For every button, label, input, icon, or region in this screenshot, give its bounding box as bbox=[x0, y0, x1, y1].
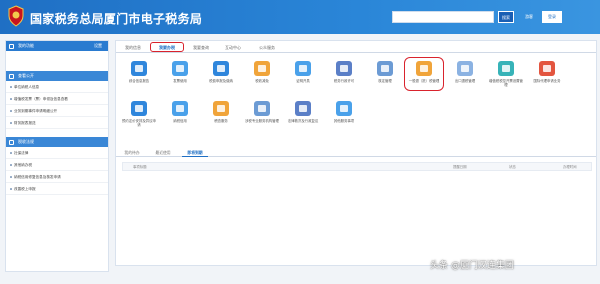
service-certificate[interactable]: 证明开具 bbox=[286, 61, 320, 83]
sidebar-item[interactable]: 改善税上申报 bbox=[6, 183, 108, 195]
service-tax-credit[interactable]: 纳税信用 bbox=[163, 101, 197, 123]
column-header: 状态 bbox=[509, 165, 516, 169]
tab-query[interactable]: 我要查询 bbox=[188, 43, 214, 52]
my-functions-title: 我的功能 bbox=[18, 43, 34, 48]
grid-icon bbox=[9, 43, 14, 49]
sidebar-item[interactable]: 社保法律 bbox=[6, 147, 108, 159]
guest-label: 游客 bbox=[525, 14, 533, 19]
tax-credit-icon bbox=[172, 101, 188, 116]
person-check-icon bbox=[377, 61, 393, 76]
sidebar-section-header[interactable]: 查看公开 bbox=[6, 71, 108, 81]
active-tab-highlight bbox=[150, 42, 184, 52]
sidebar-item[interactable]: 财务报表报送 bbox=[6, 117, 108, 129]
service-label: 预约定价安排及异议申请 bbox=[122, 119, 156, 128]
tab-recent[interactable]: 最近使用 bbox=[150, 148, 176, 157]
sidebar-item[interactable]: 其他纳办税 bbox=[6, 159, 108, 171]
left-sidebar: 我的功能 设置 查看公开 单位纳税人信息 增值税发票（票）申领及信息查看 业务到… bbox=[5, 40, 109, 272]
service-label: 证明开具 bbox=[296, 79, 310, 83]
tab-my-info[interactable]: 我的信息 bbox=[120, 43, 146, 52]
service-other[interactable]: 其他服务事项 bbox=[327, 101, 361, 123]
service-tax-declaration[interactable]: 税费申报及缴纳 bbox=[204, 61, 238, 83]
sidebar-item[interactable]: 纳税信用修复信息及核发申请 bbox=[6, 171, 108, 183]
tab-public-service[interactable]: 公众服务 bbox=[252, 43, 282, 52]
task-table-header: 事项标题 提醒日期 状态 办理时间 bbox=[122, 162, 592, 171]
legal-relief-icon bbox=[295, 101, 311, 116]
service-comprehensive-report[interactable]: 综合信息报告 bbox=[122, 61, 156, 83]
tab-expiring[interactable]: 即将到期 bbox=[182, 148, 208, 157]
tax-declaration-icon bbox=[213, 61, 229, 76]
export-refund-icon bbox=[457, 61, 473, 76]
service-professional[interactable]: 涉税专业服务机构管理 bbox=[245, 101, 279, 123]
tab-my-todo[interactable]: 我的待办 bbox=[120, 148, 144, 157]
service-label: 纳税信用 bbox=[173, 119, 187, 123]
service-label: 法律救济及行政复议 bbox=[287, 119, 319, 123]
service-label: 税务行政许可 bbox=[333, 79, 355, 83]
service-label: 发票使用 bbox=[173, 79, 187, 83]
service-international-agent[interactable]: 国际代理申请业务 bbox=[530, 61, 564, 83]
sidebar-section-title: 税收法规 bbox=[18, 139, 34, 144]
sidebar-item[interactable]: 增值税发票（票）申领及信息查看 bbox=[6, 93, 108, 105]
main-tabs: 我的信息 我要办税 我要查询 互动中心 公众服务 bbox=[116, 41, 596, 53]
folder-icon bbox=[9, 73, 14, 79]
main-panel: 我的信息 我要办税 我要查询 互动中心 公众服务 综合信息报告 发票使用 税费申… bbox=[115, 40, 597, 266]
service-tax-control[interactable]: 增值税税控开票设置管理 bbox=[489, 61, 523, 87]
tax-control-icon bbox=[498, 61, 514, 76]
sidebar-section-header[interactable]: 税收法规 bbox=[6, 137, 108, 147]
inspection-icon bbox=[213, 101, 229, 116]
other-services-icon bbox=[336, 101, 352, 116]
login-button[interactable]: 登录 bbox=[542, 11, 562, 23]
sidebar-item[interactable]: 单位纳税人信息 bbox=[6, 81, 108, 93]
service-label: 税收减免 bbox=[255, 79, 269, 83]
document-form-icon bbox=[131, 61, 147, 76]
service-label: 增值税税控开票设置管理 bbox=[489, 79, 523, 88]
admin-permit-icon bbox=[336, 61, 352, 76]
service-invoice[interactable]: 发票使用 bbox=[163, 61, 197, 83]
watermark-text: 头条 @厦门汉连集团 bbox=[430, 261, 514, 271]
my-functions-header[interactable]: 我的功能 设置 bbox=[6, 41, 108, 51]
search-input[interactable] bbox=[392, 11, 494, 23]
law-book-icon bbox=[9, 139, 14, 145]
service-label: 稽查服务 bbox=[214, 119, 228, 123]
service-inspection[interactable]: 稽查服务 bbox=[204, 101, 238, 123]
search-button[interactable]: 搜索 bbox=[498, 11, 514, 23]
service-label: 出口退税管理 bbox=[454, 79, 476, 83]
task-tabs: 我的待办 最近使用 即将到期 bbox=[116, 147, 596, 157]
sidebar-item[interactable]: 业务到期事件申请明细公开 bbox=[6, 105, 108, 117]
service-label: 综合信息报告 bbox=[128, 79, 150, 83]
international-agent-icon bbox=[539, 61, 555, 76]
site-header: 国家税务总局厦门市电子税务局 搜索 游客 登录 bbox=[0, 0, 600, 34]
certificate-icon bbox=[295, 61, 311, 76]
service-admin-permit[interactable]: 税务行政许可 bbox=[327, 61, 361, 83]
service-legal-relief[interactable]: 法律救济及行政复议 bbox=[286, 101, 320, 123]
sidebar-section-title: 查看公开 bbox=[18, 73, 34, 78]
column-header: 事项标题 bbox=[133, 165, 147, 169]
tax-emblem-icon bbox=[8, 5, 24, 27]
invoice-icon bbox=[172, 61, 188, 76]
service-label: 税费申报及缴纳 bbox=[209, 79, 233, 83]
service-label: 涉税专业服务机构管理 bbox=[245, 119, 279, 123]
service-export-refund[interactable]: 出口退税管理 bbox=[448, 61, 482, 83]
site-title: 国家税务总局厦门市电子税务局 bbox=[30, 12, 203, 26]
tab-interaction[interactable]: 互动中心 bbox=[220, 43, 246, 52]
pricing-agreement-icon bbox=[131, 101, 147, 116]
column-header: 提醒日期 bbox=[453, 165, 467, 169]
service-pricing-agreement[interactable]: 预约定价安排及异议申请 bbox=[122, 101, 156, 127]
service-label: 其他服务事项 bbox=[333, 119, 355, 123]
column-header: 办理时间 bbox=[563, 165, 577, 169]
tax-reduction-icon bbox=[254, 61, 270, 76]
settings-link[interactable]: 设置 bbox=[94, 41, 102, 51]
service-label: 核定管理 bbox=[378, 79, 392, 83]
service-tax-reduction[interactable]: 税收减免 bbox=[245, 61, 279, 83]
service-label: 国际代理申请业务 bbox=[533, 79, 561, 83]
professional-service-icon bbox=[254, 101, 270, 116]
service-verification[interactable]: 核定管理 bbox=[368, 61, 402, 83]
selected-service-highlight bbox=[404, 57, 444, 91]
